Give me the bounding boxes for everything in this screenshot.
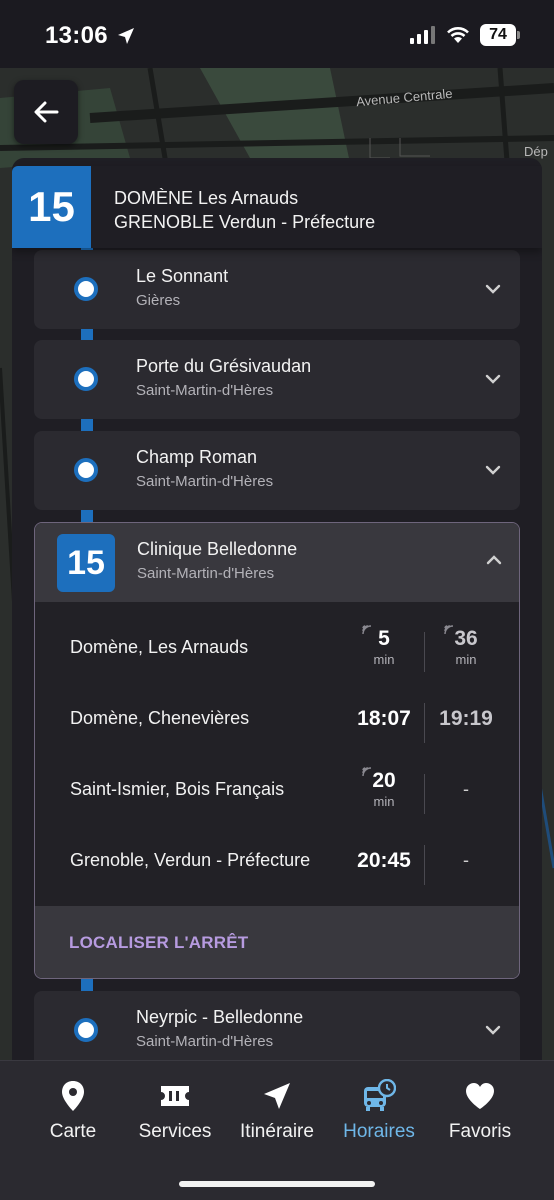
departure-time: 20 [372,769,396,792]
chevron-down-icon[interactable] [484,280,502,298]
map-edge-label: Dép [524,144,548,159]
heart-icon [466,1083,494,1109]
direction-destination: GRENOBLE Verdun - Préfecture [114,212,376,232]
departure-destination: Grenoble, Verdun - Préfecture [70,850,311,870]
departure-following: 36 min [426,612,506,683]
navigation-arrow-icon [264,1083,290,1109]
departure-destination: Saint-Ismier, Bois Français [70,779,285,799]
stop-dot [74,367,98,391]
departure-next: 20 min [344,754,424,825]
ticket-icon [161,1086,189,1106]
stop-name: Clinique Belledonne [137,539,298,559]
departure-time: 18:07 [357,706,411,730]
departure-row: Saint-Ismier, Bois Français 20 min - [35,754,519,825]
tab-horaires[interactable]: Horaires [324,1079,434,1143]
line-header: 15 DOMÈNE Les Arnauds GRENOBLE Verdun - … [12,166,542,248]
stop-city: Saint-Martin-d'Hères [136,1033,274,1050]
stop-city: Saint-Martin-d'Hères [136,382,274,399]
tab-label: Services [138,1121,212,1142]
tab-label: Favoris [448,1121,512,1142]
departure-none: - [463,850,469,870]
chevron-up-icon[interactable] [485,551,503,569]
stop-name: Le Sonnant [136,266,229,286]
departure-unit: min [373,794,395,809]
tab-carte[interactable]: Carte [18,1079,128,1143]
stop-dot [74,277,98,301]
chevron-down-icon[interactable] [484,370,502,388]
bus-clock-icon [364,1079,396,1111]
status-time: 13:06 [45,22,108,49]
status-bar: 13:06 74 [0,0,554,68]
departure-time: 36 [454,627,478,650]
departure-destination: Domène, Chenevières [70,708,250,728]
locate-bar: LOCALISER L'ARRÊT [35,906,519,978]
stop-city: Gières [136,292,181,309]
stop-city: Saint-Martin-d'Hères [136,473,274,490]
stop-item[interactable]: Porte du Grésivaudan Saint-Martin-d'Hère… [34,340,520,419]
departure-following: - [426,754,506,825]
wifi-icon [447,27,469,43]
line-badge: 15 [12,166,91,248]
departure-destination: Domène, Les Arnauds [70,637,249,657]
departure-time: 19:19 [439,706,493,730]
column-divider [424,632,425,672]
signal-icon [410,26,435,44]
line-badge: 15 [57,534,115,592]
tab-label: Horaires [343,1121,415,1142]
stop-name: Porte du Grésivaudan [136,356,312,376]
tab-label: Itinéraire [240,1121,314,1142]
departure-none: - [463,779,469,799]
departure-unit: min [455,652,477,667]
tab-label: Carte [49,1121,97,1142]
arrow-left-icon [34,101,59,123]
status-icons: 74 [410,24,520,46]
line-detail-sheet[interactable]: 15 DOMÈNE Les Arnauds GRENOBLE Verdun - … [12,158,542,1060]
tab-itineraire[interactable]: Itinéraire [222,1079,332,1143]
departure-time: 5 [378,627,390,650]
chevron-down-icon[interactable] [484,1021,502,1039]
locate-stop-button[interactable]: LOCALISER L'ARRÊT [69,933,248,953]
departure-following: - [426,825,506,896]
departure-next: 18:07 [344,683,424,754]
departure-row: Domène, Les Arnauds 5 min 36 min [35,612,519,683]
chevron-down-icon[interactable] [484,461,502,479]
stop-item[interactable]: Neyrpic - Belledonne Saint-Martin-d'Hère… [34,991,520,1060]
battery-indicator: 74 [480,24,520,46]
stop-dot [74,458,98,482]
direction-origin: DOMÈNE Les Arnauds [114,188,299,208]
tab-favoris[interactable]: Favoris [425,1079,535,1143]
stop-name: Champ Roman [136,447,258,467]
column-divider [424,845,425,885]
stop-city: Saint-Martin-d'Hères [137,565,275,582]
back-button[interactable] [14,80,78,144]
departure-row: Grenoble, Verdun - Préfecture 20:45 - [35,825,519,896]
location-arrow-icon [118,28,134,44]
bottom-tab-bar: Carte Services Itinéraire Horaires Favor… [0,1060,554,1200]
selected-stop-card[interactable]: 15 Clinique Belledonne Saint-Martin-d'Hè… [34,522,520,979]
stop-name: Neyrpic - Belledonne [136,1007,304,1027]
stop-dot [74,1018,98,1042]
column-divider [424,774,425,814]
departure-next: 5 min [344,612,424,683]
departure-unit: min [373,652,395,667]
departure-row: Domène, Chenevières 18:07 19:19 [35,683,519,754]
selected-stop-header[interactable]: 15 Clinique Belledonne Saint-Martin-d'Hè… [35,523,519,602]
map-pin-icon [62,1081,84,1111]
stop-item[interactable]: Le Sonnant Gières [34,250,520,329]
departure-following: 19:19 [426,683,506,754]
departure-time: 20:45 [357,848,411,872]
column-divider [424,703,425,743]
tab-services[interactable]: Services [120,1079,230,1143]
departure-next: 20:45 [344,825,424,896]
stop-item[interactable]: Champ Roman Saint-Martin-d'Hères [34,431,520,510]
home-indicator[interactable] [179,1181,375,1187]
